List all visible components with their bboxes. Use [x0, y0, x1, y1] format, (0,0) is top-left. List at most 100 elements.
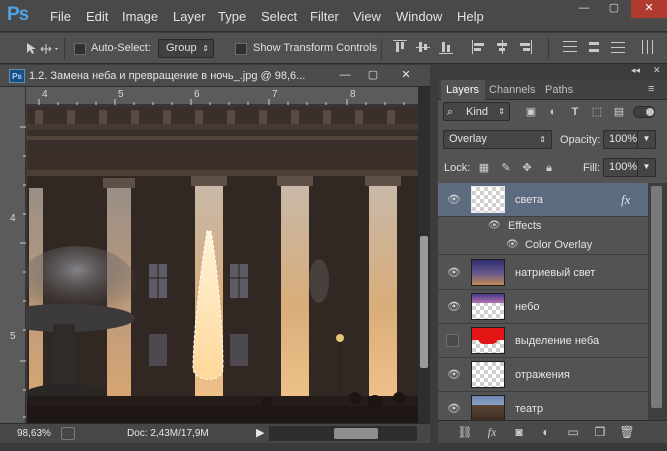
align-right-icon[interactable]	[518, 40, 532, 54]
menu-window[interactable]: Window	[396, 9, 442, 24]
minimize-icon: —	[339, 69, 351, 81]
align-vertical-center-icon[interactable]	[416, 40, 430, 54]
distribute-top-icon[interactable]	[563, 40, 577, 54]
visibility-eye-icon[interactable]: 👁︎	[446, 266, 462, 279]
filter-kind-dropdown[interactable]: ⌕ Kind ⇕	[443, 102, 510, 121]
doc-restore-button[interactable]: ▢	[360, 68, 386, 83]
search-icon: ⌕	[447, 106, 454, 118]
doc-close-button[interactable]: ✕	[393, 68, 419, 83]
new-layer-icon[interactable]: ❐	[592, 424, 608, 440]
show-transform-label: Show Transform Controls	[253, 42, 378, 54]
layer-row-sveta[interactable]: 👁︎ света fx	[438, 183, 648, 217]
visibility-eye-icon[interactable]: 👁︎	[446, 193, 462, 206]
minimize-button[interactable]: —	[569, 0, 599, 18]
filter-toggle[interactable]	[633, 106, 655, 118]
distribute-left-icon[interactable]	[641, 40, 655, 54]
add-mask-icon[interactable]: ◙	[511, 424, 527, 440]
close-panel-icon[interactable]: ✕	[653, 65, 661, 76]
lock-all-icon[interactable]: 🔒︎	[541, 160, 557, 176]
lock-transparent-pixels-icon[interactable]: ▦	[476, 160, 492, 176]
opacity-input[interactable]: 100%	[603, 130, 638, 149]
distribute-bottom-icon[interactable]	[611, 40, 625, 54]
menu-edit[interactable]: Edit	[86, 9, 108, 24]
filter-shape-icon[interactable]: ⬚	[589, 104, 605, 120]
fill-dropdown-button[interactable]: ▼	[637, 158, 656, 177]
collapse-panels-icon[interactable]: ◂◂	[631, 65, 640, 76]
fx-badge-icon[interactable]: fx	[621, 192, 630, 208]
effects-row[interactable]: 👁︎ Effects	[438, 217, 648, 236]
share-icon[interactable]	[61, 427, 75, 440]
distribute-vertical-center-icon[interactable]	[587, 40, 601, 54]
fill-input[interactable]: 100%	[603, 158, 638, 177]
new-adjustment-layer-icon[interactable]: ◐	[538, 424, 554, 440]
document-title: 1.2. Замена неба и превращение в ночь_.j…	[29, 70, 306, 82]
show-transform-checkbox[interactable]	[235, 43, 247, 55]
tab-paths[interactable]: Paths	[545, 84, 573, 96]
ruler-ticks	[20, 126, 26, 418]
menu-select[interactable]: Select	[261, 9, 297, 24]
layer-thumbnail	[471, 293, 505, 320]
chevron-down-icon: ▼	[642, 162, 651, 171]
doc-minimize-button[interactable]: —	[332, 68, 358, 83]
panel-menu-icon[interactable]: ≡	[648, 83, 654, 95]
lock-position-icon[interactable]: ✥	[519, 160, 535, 176]
restore-button[interactable]: ▢	[599, 0, 629, 18]
opacity-value: 100%	[609, 133, 638, 145]
delete-layer-icon[interactable]: 🗑︎	[619, 424, 635, 440]
fill-value: 100%	[609, 161, 638, 173]
close-button[interactable]: ✕	[631, 0, 667, 18]
auto-select-checkbox[interactable]	[74, 43, 86, 55]
layer-row-natrievyi-svet[interactable]: 👁︎ натриевый свет	[438, 256, 648, 290]
effects-label: Effects	[508, 220, 542, 232]
document-tab[interactable]: Ps 1.2. Замена неба и превращение в ночь…	[0, 65, 430, 87]
menu-view[interactable]: View	[353, 9, 381, 24]
horizontal-ruler: 4 5 6 7 8	[26, 87, 418, 105]
horizontal-scroll-thumb[interactable]	[334, 428, 378, 439]
visibility-toggle-off[interactable]	[446, 334, 459, 347]
new-group-icon[interactable]: ▭	[565, 424, 581, 440]
add-layer-style-icon[interactable]: fx	[484, 424, 500, 440]
menu-help[interactable]: Help	[457, 9, 484, 24]
filter-smart-object-icon[interactable]: ▤	[611, 104, 627, 120]
filter-type-icon[interactable]: T	[567, 104, 583, 120]
align-bottom-icon[interactable]	[439, 40, 453, 54]
image-canvas[interactable]	[27, 106, 418, 423]
status-menu-arrow-icon[interactable]: ▶	[256, 426, 264, 439]
filter-adjustment-icon[interactable]: ◐	[545, 104, 561, 120]
tab-channels[interactable]: Channels	[489, 84, 535, 96]
panel-dock-header: ◂◂ ✕	[438, 65, 667, 79]
ruler-label: 5	[10, 331, 16, 342]
canvas-artwork	[27, 106, 418, 423]
menu-layer[interactable]: Layer	[173, 9, 206, 24]
move-tool-icon[interactable]	[24, 41, 60, 57]
tab-layers[interactable]: Layers	[441, 80, 485, 100]
visibility-eye-icon[interactable]: 👁︎	[446, 402, 462, 415]
visibility-eye-icon[interactable]: 👁︎	[446, 368, 462, 381]
align-horizontal-center-icon[interactable]	[495, 40, 509, 54]
layers-panel-footer: ⛓︎ fx ◙ ◐ ▭ ❐ 🗑︎	[438, 420, 667, 443]
menu-file[interactable]: File	[50, 9, 71, 24]
layer-row-vydelenie-neba[interactable]: выделение неба	[438, 324, 648, 358]
menu-type[interactable]: Type	[218, 9, 246, 24]
auto-select-target-dropdown[interactable]: Group ⇕	[158, 39, 214, 58]
layers-scroll-thumb[interactable]	[651, 186, 662, 408]
filter-pixel-icon[interactable]: ▣	[523, 104, 539, 120]
canvas-scroll-thumb[interactable]	[420, 236, 428, 368]
align-top-icon[interactable]	[393, 40, 407, 54]
layer-row-otrazheniya[interactable]: 👁︎ отражения	[438, 358, 648, 392]
align-left-icon[interactable]	[472, 40, 486, 54]
visibility-eye-icon[interactable]: 👁︎	[446, 300, 462, 313]
opacity-dropdown-button[interactable]: ▼	[637, 130, 656, 149]
color-overlay-eye-icon[interactable]: 👁︎	[506, 239, 519, 250]
effects-eye-icon[interactable]: 👁︎	[488, 220, 501, 231]
menu-filter[interactable]: Filter	[310, 9, 339, 24]
vertical-ruler: 4 5	[0, 87, 26, 423]
blend-mode-dropdown[interactable]: Overlay ⇕	[443, 130, 552, 149]
layer-row-teatr[interactable]: 👁︎ театр	[438, 392, 648, 420]
menu-image[interactable]: Image	[122, 9, 158, 24]
layer-row-nebo[interactable]: 👁︎ небо	[438, 290, 648, 324]
link-layers-icon[interactable]: ⛓︎	[457, 424, 473, 440]
zoom-level[interactable]: 98,63%	[17, 428, 51, 439]
lock-image-pixels-icon[interactable]: ✎	[498, 160, 514, 176]
color-overlay-effect-row[interactable]: 👁︎ Color Overlay	[438, 236, 648, 255]
